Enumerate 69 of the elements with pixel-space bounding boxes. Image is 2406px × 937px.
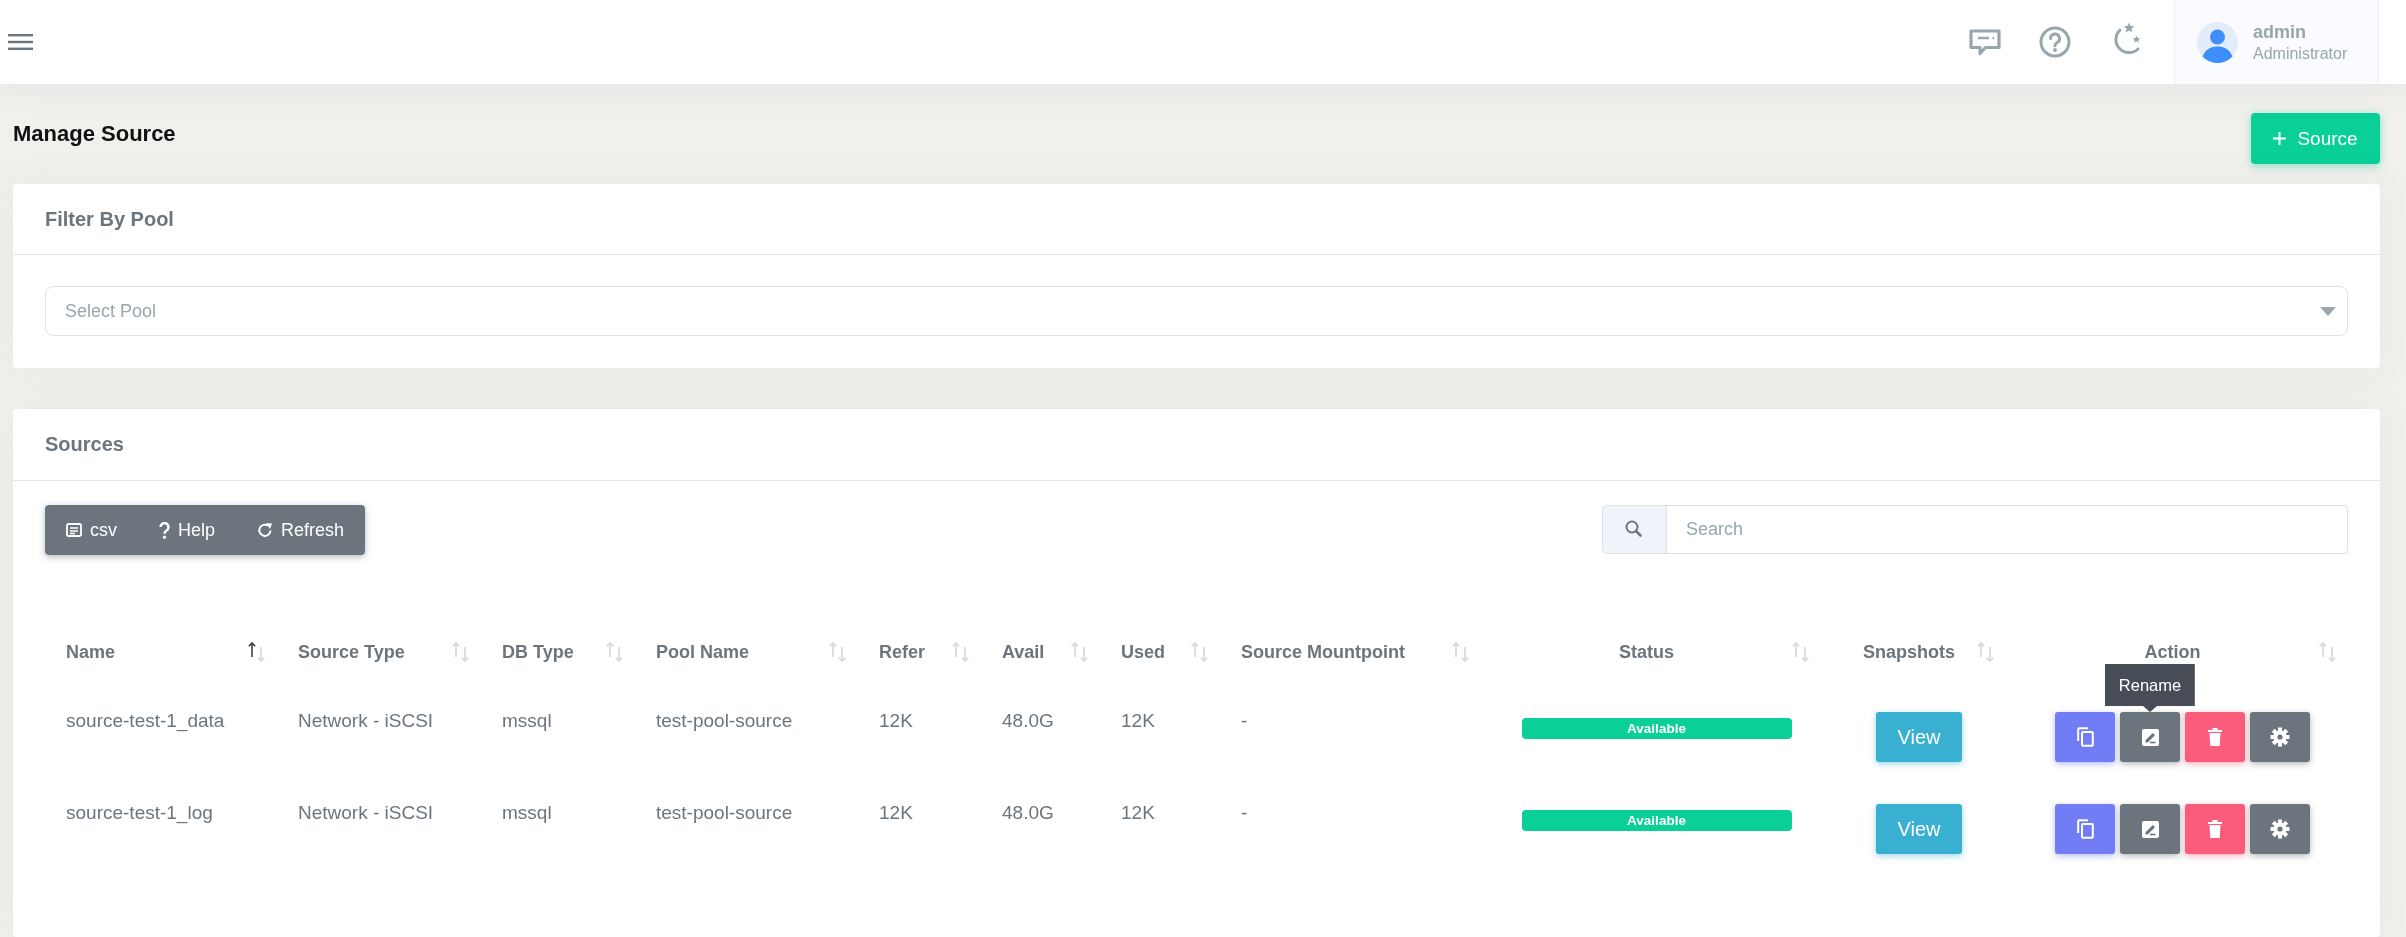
help-button[interactable]: Help [138, 505, 237, 555]
table-cell-text: mssql [501, 801, 553, 825]
table-cell-text: 48.0G [1001, 709, 1055, 733]
column-header[interactable]: Avail [981, 624, 1100, 680]
delete-button[interactable] [2185, 712, 2245, 762]
pencil-square-icon [2141, 820, 2159, 838]
table-cell-text: Network - iSCSI [297, 801, 435, 825]
column-header[interactable]: Pool Name [635, 624, 858, 680]
refresh-icon [257, 522, 274, 538]
table-cell-text: - [1240, 801, 1249, 825]
settings-icon [2270, 819, 2290, 839]
column-header[interactable]: Snapshots [1821, 624, 2006, 680]
pool-select[interactable]: Select Pool [45, 286, 2348, 336]
chat-icon[interactable] [1969, 28, 2001, 56]
sort-icon[interactable] [247, 640, 267, 664]
table-cell-text: test-pool-source [655, 709, 794, 733]
copy-button[interactable] [2055, 712, 2115, 762]
column-header[interactable]: Used [1100, 624, 1220, 680]
search-field[interactable]: Search [1667, 505, 2348, 554]
status-badge: Available [1521, 810, 1792, 831]
card-title: Sources [45, 433, 124, 456]
table-cell-text: 12K [878, 709, 914, 733]
table-cell-text: source-test-1_data [65, 709, 226, 733]
pencil-square-icon [2141, 728, 2159, 746]
user-menu[interactable]: admin Administrator [2174, 0, 2379, 84]
delete-button[interactable] [2185, 804, 2245, 854]
question-icon [159, 521, 170, 539]
table-cell-text: 12K [878, 801, 914, 825]
table-cell-text: 48.0G [1001, 801, 1055, 825]
card-title: Filter By Pool [45, 207, 174, 231]
rename-button[interactable] [2120, 712, 2180, 762]
table-cell-text: source-test-1_log [65, 801, 214, 825]
csv-button[interactable]: csv [45, 505, 138, 555]
search-icon [1602, 505, 1667, 554]
table-cell-text: Network - iSCSI [297, 709, 435, 733]
rename-button[interactable] [2120, 804, 2180, 854]
column-header[interactable]: DB Type [481, 624, 635, 680]
table-cell-text: - [1240, 709, 1249, 733]
refresh-button[interactable]: Refresh [236, 505, 366, 555]
page-title: Manage Source [13, 120, 176, 147]
copy-button[interactable] [2055, 804, 2115, 854]
caret-icon [2320, 306, 2336, 316]
tooltip: Rename [2104, 664, 2196, 712]
table-cell-text: mssql [501, 709, 553, 733]
user-name: admin [2253, 20, 2307, 43]
help-icon[interactable] [2039, 26, 2071, 58]
plus-icon [2273, 132, 2287, 145]
settings-icon [2270, 727, 2290, 747]
settings-button[interactable] [2250, 804, 2310, 854]
view-button[interactable]: View [1876, 712, 1962, 762]
table-cell-text: test-pool-source [655, 801, 794, 825]
table-cell-text: 12K [1120, 801, 1156, 825]
column-header[interactable]: Name [45, 624, 277, 680]
trash-icon [2208, 728, 2222, 746]
copy-icon [2076, 727, 2094, 747]
column-header[interactable]: Source Type [277, 624, 481, 680]
list-icon [66, 523, 82, 537]
column-header[interactable]: Refer [858, 624, 981, 680]
view-button[interactable]: View [1876, 804, 1962, 854]
avatar-icon [2197, 21, 2238, 63]
column-header[interactable]: Source Mountpoint [1220, 624, 1481, 680]
user-role: Administrator [2253, 43, 2348, 64]
menu-icon[interactable] [8, 34, 33, 50]
column-header[interactable]: Status [1481, 624, 1821, 680]
trash-icon [2208, 820, 2222, 838]
copy-icon [2076, 819, 2094, 839]
settings-button[interactable] [2250, 712, 2310, 762]
table-cell-text: 12K [1120, 709, 1156, 733]
status-badge: Available [1521, 718, 1792, 739]
